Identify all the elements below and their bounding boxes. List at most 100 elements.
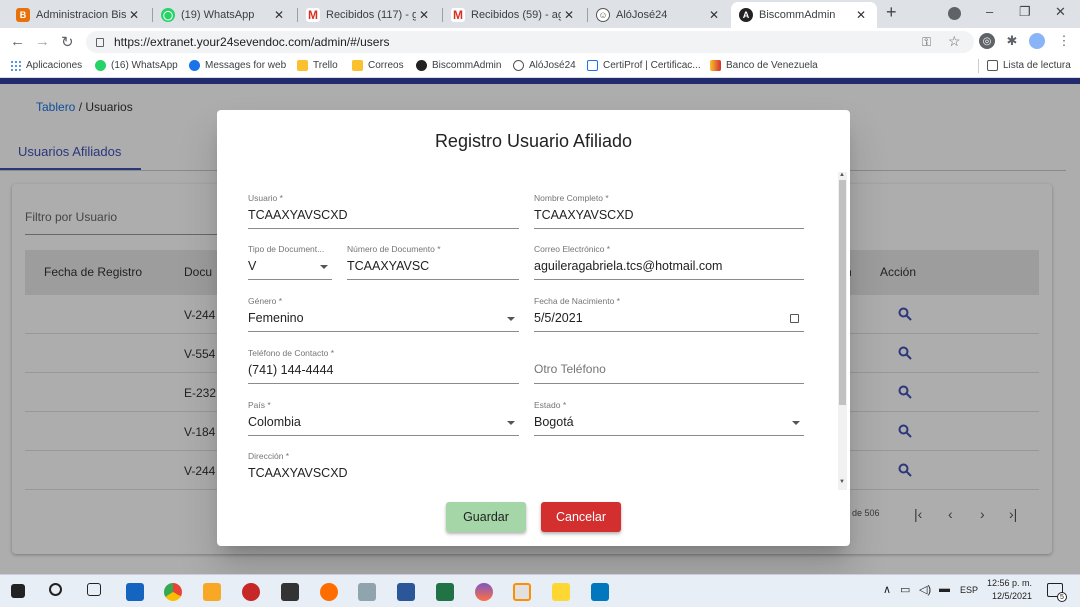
tab-whatsapp[interactable]: ◯ (19) WhatsApp ✕	[153, 2, 295, 28]
app-dark-icon[interactable]	[281, 583, 299, 601]
bookmark-alojose[interactable]: AlóJosé24	[513, 60, 576, 71]
messages-icon	[189, 60, 200, 71]
reading-list-icon	[987, 60, 998, 71]
tab-search-icon[interactable]	[948, 7, 961, 20]
gmail-icon: M	[306, 8, 320, 22]
scroll-up-icon[interactable]: ▲	[839, 172, 845, 178]
correo-field[interactable]: Correo Electrónico * aguileragabriela.tc…	[534, 244, 804, 280]
tab-gmail-1[interactable]: M Recibidos (117) - gaby ✕	[298, 2, 440, 28]
excel-icon[interactable]	[436, 583, 454, 601]
nombre-completo-field[interactable]: Nombre Completo * TCAAXYAVSCXD	[534, 193, 804, 229]
url-field[interactable]: https://extranet.your24sevendoc.com/admi…	[86, 31, 974, 53]
app-red-icon[interactable]	[242, 583, 260, 601]
app-gray-icon[interactable]	[358, 583, 376, 601]
forward-icon[interactable]: →	[35, 33, 50, 50]
reload-icon[interactable]: ↻	[61, 33, 74, 51]
bookmark-correos[interactable]: Correos	[352, 60, 404, 71]
address-bar-row: ← → ↻ https://extranet.your24sevendoc.co…	[0, 28, 1080, 56]
numero-documento-field[interactable]: Número de Documento * TCAAXYAVSC	[347, 244, 519, 280]
chrome-icon[interactable]	[164, 583, 182, 601]
app-blue-icon[interactable]	[591, 583, 609, 601]
fecha-nacimiento-field[interactable]: Fecha de Nacimiento * 5/5/2021	[534, 296, 804, 332]
language-indicator[interactable]: ESP	[960, 585, 978, 595]
bookmark-banco[interactable]: Banco de Venezuela	[710, 60, 818, 71]
cancelar-button[interactable]: Cancelar	[541, 502, 621, 532]
bookmark-trello[interactable]: Trello	[297, 60, 338, 71]
tipo-documento-select[interactable]: Tipo de Document... V	[248, 244, 332, 280]
app-lock-icon[interactable]	[552, 583, 570, 601]
certiprof-icon	[587, 60, 598, 71]
bookmark-whatsapp[interactable]: (16) WhatsApp	[95, 60, 178, 71]
menu-dots-icon[interactable]: ⋮	[1056, 33, 1072, 49]
tab-biscommadmin[interactable]: A BiscommAdmin ✕	[731, 2, 877, 28]
star-icon[interactable]: ☆	[948, 33, 961, 50]
app-paint-icon[interactable]	[475, 583, 493, 601]
windows-taskbar	[0, 574, 1080, 607]
clock[interactable]: 12:56 p. m. 12/5/2021	[987, 577, 1032, 603]
dialog-title: Registro Usuario Afiliado	[434, 131, 633, 151]
guardar-button[interactable]: Guardar	[446, 502, 526, 532]
bookmarks-bar: Aplicaciones (16) WhatsApp Messages for …	[0, 56, 1080, 78]
bookmark-messages[interactable]: Messages for web	[189, 60, 286, 71]
usuario-field[interactable]: Usuario * TCAAXYAVSCXD	[248, 193, 519, 229]
app-media-icon[interactable]	[513, 583, 531, 601]
chevron-down-icon	[792, 421, 800, 425]
bookmark-apps[interactable]: Aplicaciones	[10, 60, 82, 71]
minimize-icon[interactable]: –	[986, 4, 993, 19]
otro-telefono-field[interactable]: Otro Teléfono	[534, 348, 804, 384]
close-tab-icon[interactable]: ✕	[416, 8, 432, 22]
new-tab-button[interactable]: +	[886, 2, 897, 23]
close-window-icon[interactable]: ✕	[1055, 4, 1066, 20]
alojose-favicon-icon: ☺	[596, 8, 610, 22]
bookmark-certiprof[interactable]: CertiProf | Certificac...	[587, 60, 701, 71]
back-icon[interactable]: ←	[10, 33, 25, 50]
whatsapp-icon	[95, 60, 106, 71]
volume-icon[interactable]: ◁)	[919, 583, 931, 596]
banco-icon	[710, 60, 721, 71]
close-tab-icon[interactable]: ✕	[271, 8, 287, 22]
key-icon[interactable]: ⚿	[922, 35, 931, 50]
puzzle-icon[interactable]: ✱	[1004, 33, 1020, 49]
direccion-field[interactable]: Dirección * TCAAXYAVSCXD	[248, 451, 804, 491]
avatar[interactable]	[1029, 33, 1045, 49]
tab-alojose[interactable]: ☺ AlóJosé24 ✕	[588, 2, 730, 28]
angular-icon	[416, 60, 427, 71]
search-icon[interactable]	[49, 583, 62, 596]
close-tab-icon[interactable]: ✕	[126, 8, 142, 22]
lock-icon	[96, 37, 104, 47]
bookmark-biscommadmin[interactable]: BiscommAdmin	[416, 60, 501, 71]
angular-icon: A	[739, 8, 753, 22]
extension-icon[interactable]: ◎	[979, 33, 995, 49]
pais-select[interactable]: País * Colombia	[248, 400, 519, 436]
scroll-down-icon[interactable]: ▼	[839, 479, 845, 485]
telefono-field[interactable]: Teléfono de Contacto * (741) 144-4444	[248, 348, 519, 384]
restore-icon[interactable]: ❐	[1019, 4, 1031, 20]
notification-count: 5	[1057, 592, 1067, 602]
page-content: Tablero / Usuarios Usuarios Afiliados Fi…	[0, 78, 1080, 574]
close-tab-icon[interactable]: ✕	[561, 8, 577, 22]
alojose-icon	[513, 60, 524, 71]
registro-dialog: Registro Usuario Afiliado Usuario * TCAA…	[217, 110, 850, 546]
tray-chevron-icon[interactable]: ∧	[883, 583, 891, 596]
close-tab-icon[interactable]: ✕	[706, 8, 722, 22]
teamviewer-icon[interactable]	[126, 583, 144, 601]
folder-icon	[352, 60, 363, 71]
word-icon[interactable]	[397, 583, 415, 601]
close-tab-icon[interactable]: ✕	[853, 8, 869, 22]
scrollbar-thumb[interactable]	[839, 180, 846, 405]
battery-icon[interactable]: ▬	[939, 583, 950, 595]
windows-start-icon[interactable]	[11, 584, 25, 598]
network-icon[interactable]: ▭	[900, 583, 910, 596]
app-orange-icon[interactable]	[320, 583, 338, 601]
task-view-icon[interactable]	[87, 583, 101, 596]
reading-list-button[interactable]: Lista de lectura	[987, 60, 1071, 71]
gmail-icon: M	[451, 8, 465, 22]
genero-select[interactable]: Género * Femenino	[248, 296, 519, 332]
browser-tab-strip: B Administracion Biscom ✕ ◯ (19) WhatsAp…	[0, 0, 1080, 28]
calendar-icon[interactable]	[790, 314, 799, 323]
estado-select[interactable]: Estado * Bogotá	[534, 400, 804, 436]
tab-gmail-2[interactable]: M Recibidos (59) - aguile ✕	[443, 2, 585, 28]
tab-administracion[interactable]: B Administracion Biscom ✕	[8, 2, 150, 28]
chevron-down-icon	[507, 317, 515, 321]
file-explorer-icon[interactable]	[203, 583, 221, 601]
